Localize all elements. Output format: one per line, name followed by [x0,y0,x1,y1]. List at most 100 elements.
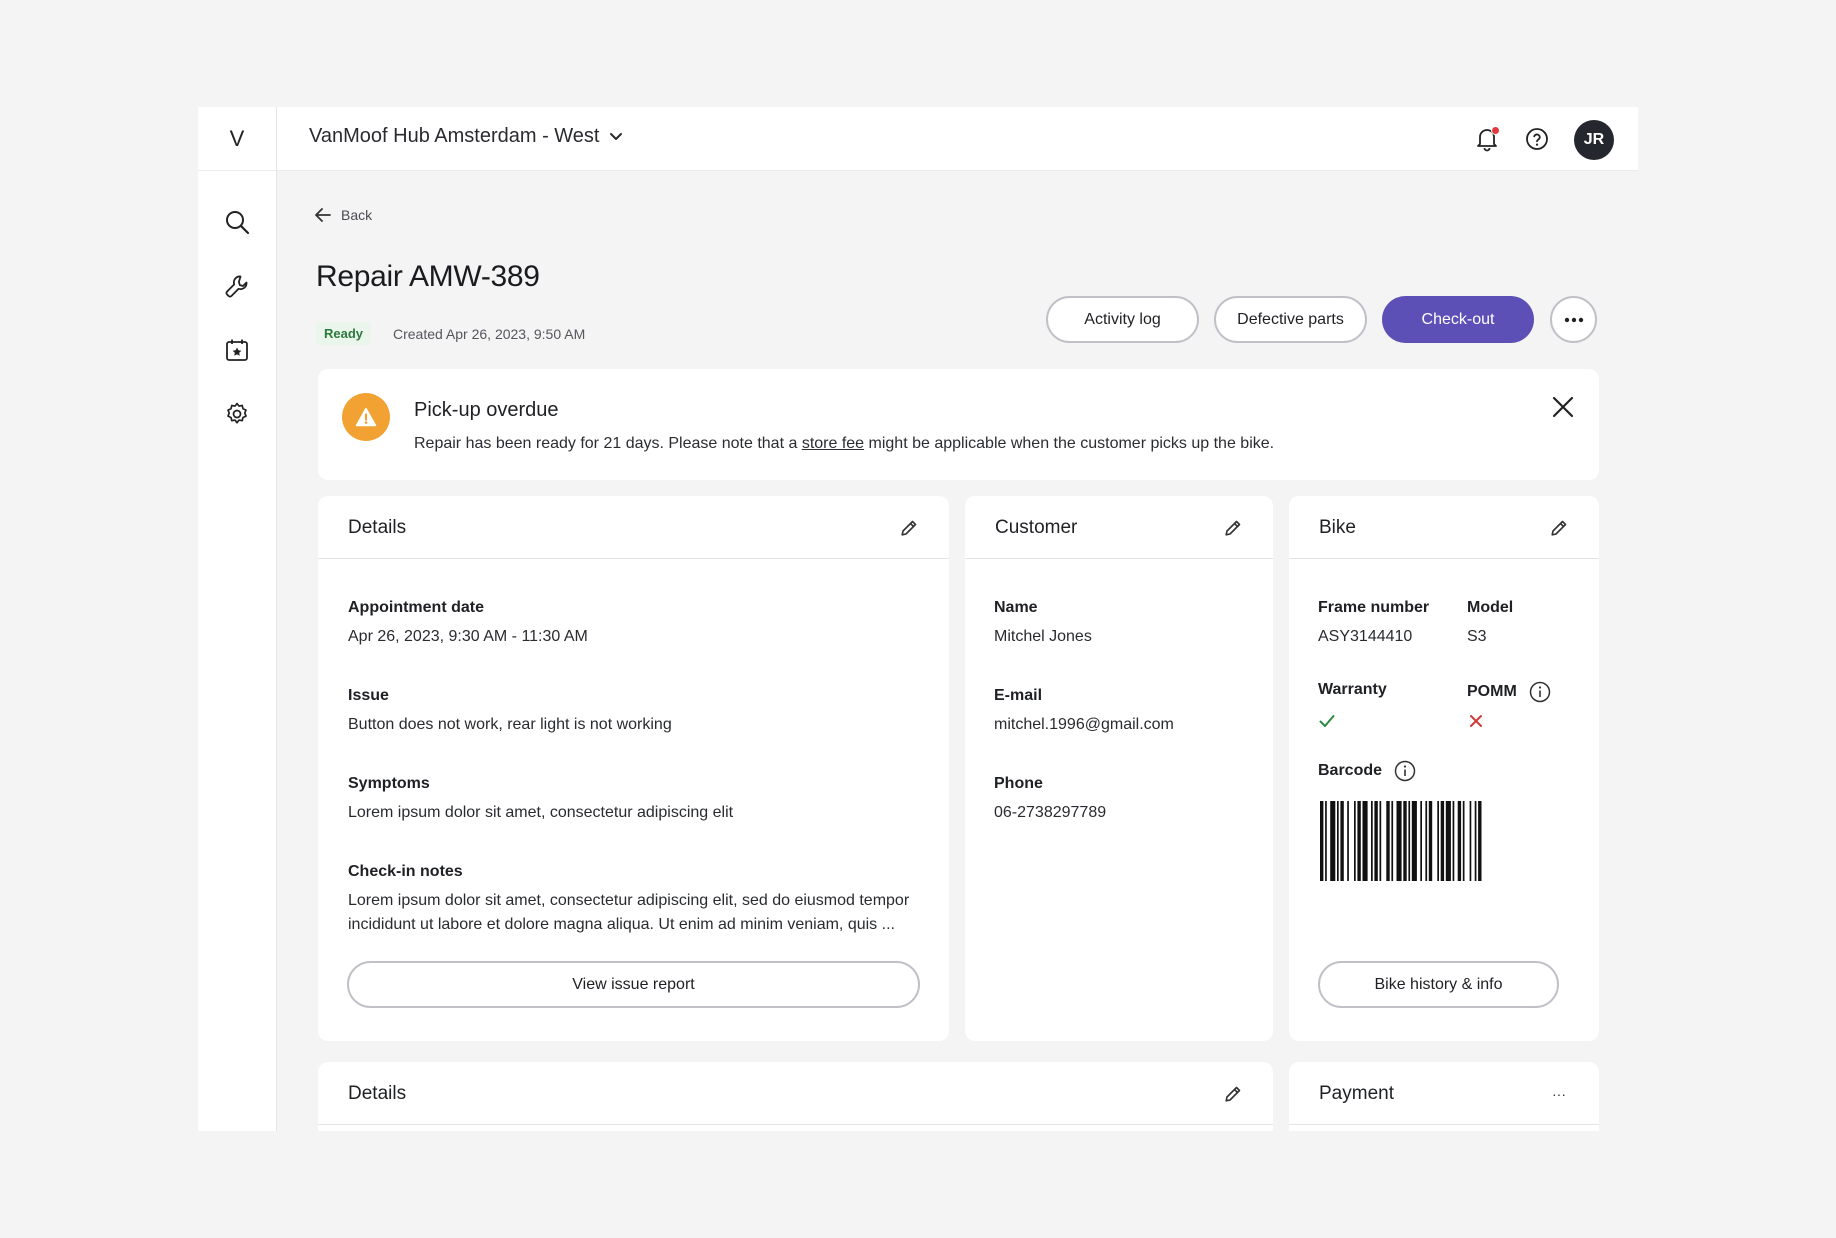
barcode-bar [1386,801,1390,881]
warning-icon [342,393,390,441]
frame-number-value: ASY3144410 [1318,628,1413,645]
barcode-bar [1445,801,1451,881]
edit-pencil-icon[interactable] [1221,1082,1245,1106]
barcode-bar [1391,801,1394,881]
barcode-bar [1325,801,1327,881]
customer-phone-value: 06-2738297789 [994,804,1107,821]
barcode-bar [1411,801,1417,881]
check-icon [1319,714,1335,733]
more-icon [1564,317,1583,322]
barcode-bar [1420,801,1422,881]
app-window: V VanMoof Hub Amsterdam - West JR Back R… [198,107,1638,1131]
barcode-bar [1469,801,1472,881]
more-actions-button[interactable] [1550,296,1597,343]
chevron-down-icon [610,132,623,140]
back-label: Back [341,207,373,223]
back-link[interactable]: Back [315,207,372,223]
bell-icon[interactable] [1471,123,1503,155]
barcode-bar [1437,801,1439,881]
alert-title: Pick-up overdue [414,399,559,421]
payment-menu-icon[interactable]: ··· [1547,1082,1571,1106]
details-card-header: Details [318,496,949,559]
view-issue-report-button[interactable]: View issue report [347,961,920,1008]
edit-pencil-icon[interactable] [1221,516,1245,540]
barcode-bar [1462,801,1465,881]
bike-card-title: Bike [1319,517,1356,538]
barcode-bar [1408,801,1411,881]
barcode-label: Barcode [1318,760,1416,782]
bike-history-button[interactable]: Bike history & info [1318,961,1559,1008]
customer-card-header: Customer [965,496,1273,559]
arrow-left-icon [315,208,331,222]
close-icon[interactable] [1547,391,1579,423]
payment-card-header: Payment ··· [1289,1062,1599,1125]
logo-text: V [229,125,245,151]
info-icon[interactable] [1529,681,1551,703]
barcode-bar [1425,801,1428,881]
page-title: Repair AMW-389 [316,260,540,293]
appointment-value: Apr 26, 2023, 9:30 AM - 11:30 AM [348,628,588,645]
calendar-star-icon[interactable] [218,331,256,369]
details-card-title: Details [348,517,407,538]
alert-text-start: Repair has been ready for 21 days. Pleas… [414,435,802,452]
barcode-bar [1403,801,1407,881]
barcode-bar [1347,801,1349,881]
barcode-bar [1474,801,1477,881]
customer-phone-label: Phone [994,775,1043,792]
store-fee-link[interactable]: store fee [802,435,864,452]
frame-number-label: Frame number [1318,599,1430,616]
pomm-label: POMM [1467,681,1551,703]
barcode-bar [1354,801,1356,881]
symptoms-label: Symptoms [348,775,430,792]
barcode-image [1320,801,1482,881]
details-card: Details Appointment date Apr 26, 2023, 9… [318,496,949,1041]
pomm-label-text: POMM [1467,683,1517,701]
location-name: VanMoof Hub Amsterdam - West [309,125,600,147]
appointment-label: Appointment date [348,599,484,616]
bike-card: Bike Frame number ASY3144410 Model S3 Wa… [1289,496,1599,1041]
edit-pencil-icon[interactable] [897,516,921,540]
alert-text-end: might be applicable when the customer pi… [864,435,1275,452]
avatar[interactable]: JR [1574,120,1614,160]
barcode-bar [1374,801,1378,881]
customer-email-label: E-mail [994,687,1043,704]
barcode-bar [1457,801,1462,881]
customer-card: Customer Name Mitchel Jones E-mail mitch… [965,496,1273,1041]
customer-email-value: mitchel.1996@gmail.com [994,716,1174,733]
customer-card-title: Customer [995,517,1078,538]
search-icon[interactable] [218,203,256,241]
barcode-bar [1340,801,1344,881]
barcode-bar [1362,801,1368,881]
bike-card-header: Bike [1289,496,1599,559]
checkin-notes-line-1: Lorem ipsum dolor sit amet, consectetur … [348,892,910,909]
lower-details-card: Details [318,1062,1273,1131]
gear-icon[interactable] [218,395,256,433]
info-icon[interactable] [1394,760,1416,782]
barcode-label-text: Barcode [1318,762,1383,780]
customer-name-label: Name [994,599,1038,616]
activity-log-button[interactable]: Activity log [1046,296,1199,343]
edit-pencil-icon[interactable] [1547,516,1571,540]
barcode-bar [1371,801,1373,881]
logo[interactable]: V [198,107,276,171]
issue-label: Issue [348,687,389,704]
model-value: S3 [1467,628,1487,645]
created-timestamp: Created Apr 26, 2023, 9:50 AM [393,326,586,342]
defective-parts-button[interactable]: Defective parts [1214,296,1367,343]
wrench-icon[interactable] [218,267,256,305]
overdue-alert: Pick-up overdue Repair has been ready fo… [318,369,1599,480]
payment-card-title: Payment [1319,1083,1394,1104]
payment-card: Payment ··· [1289,1062,1599,1131]
barcode-bar [1337,801,1339,881]
barcode-bar [1478,801,1482,881]
help-icon[interactable] [1521,123,1553,155]
lower-details-card-title: Details [348,1083,407,1104]
model-label: Model [1467,599,1514,616]
barcode-bar [1357,801,1361,881]
cross-icon [1469,714,1483,733]
barcode-bar [1379,801,1382,881]
barcode-bar [1330,801,1336,881]
location-selector[interactable]: VanMoof Hub Amsterdam - West [309,125,623,148]
lower-details-card-header: Details [318,1062,1273,1125]
check-out-button[interactable]: Check-out [1382,296,1534,343]
